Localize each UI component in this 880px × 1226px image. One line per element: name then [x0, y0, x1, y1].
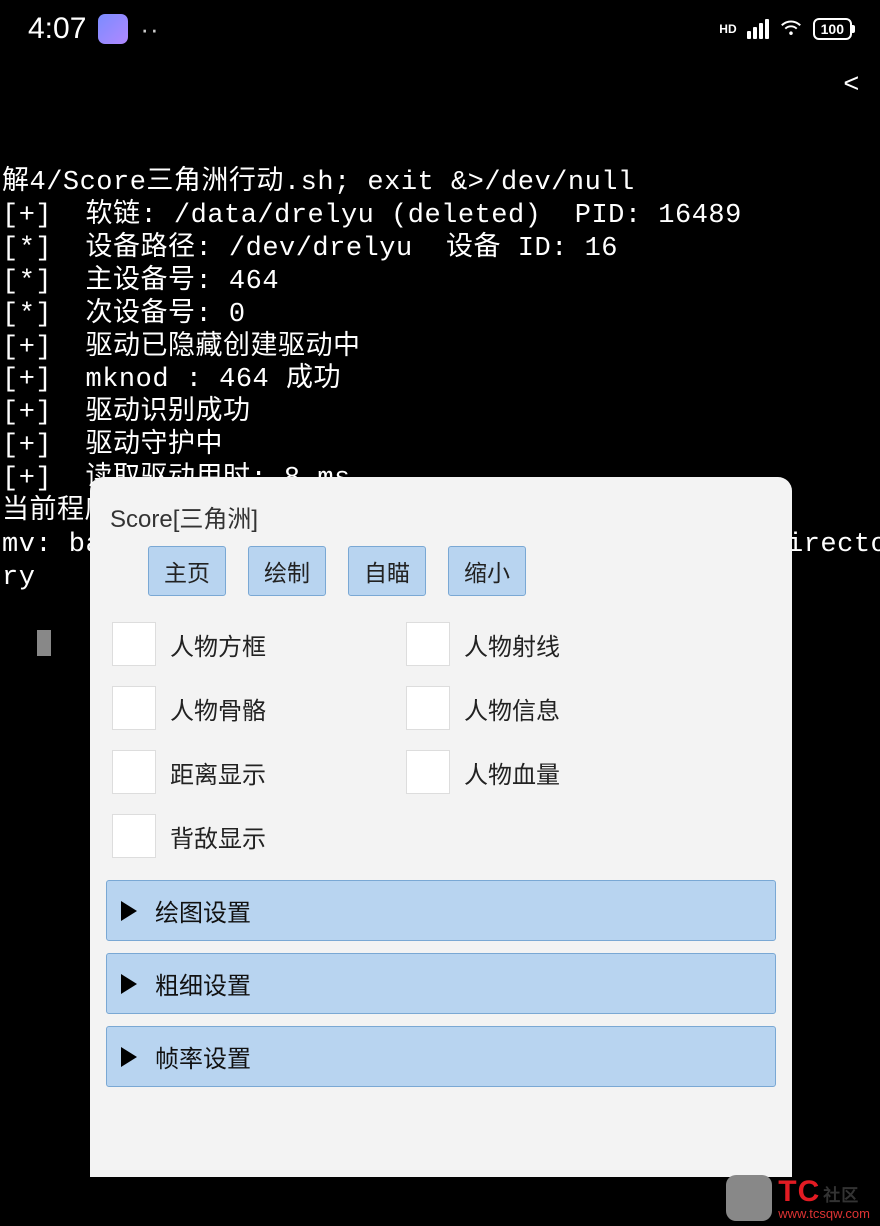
checkbox-box[interactable]	[112, 686, 156, 730]
checkbox-label: 人物信息	[464, 691, 560, 726]
checkbox-box[interactable]	[406, 622, 450, 666]
checkbox-label: 距离显示	[170, 755, 266, 790]
checkbox-item-2-0[interactable]: 距离显示	[112, 750, 392, 794]
expander-label: 帧率设置	[155, 1039, 251, 1074]
chevron-right-icon	[121, 1047, 137, 1067]
expander-2[interactable]: 帧率设置	[106, 1026, 776, 1087]
checkbox-label: 人物血量	[464, 755, 560, 790]
checkbox-label: 人物射线	[464, 627, 560, 662]
expander-label: 粗细设置	[155, 966, 251, 1001]
tab-row: 主页绘制自瞄缩小	[148, 546, 776, 596]
watermark-brand: TC社区	[778, 1177, 870, 1207]
checkbox-label: 人物骨骼	[170, 691, 266, 726]
cursor-icon	[37, 630, 51, 656]
panel-title: Score[三角洲]	[110, 499, 776, 534]
checkbox-item-3-0[interactable]: 背敌显示	[112, 814, 392, 858]
checkbox-box[interactable]	[406, 750, 450, 794]
status-right: HD 100	[719, 15, 852, 44]
expander-1[interactable]: 粗细设置	[106, 953, 776, 1014]
checkbox-box[interactable]	[406, 686, 450, 730]
checkbox-box[interactable]	[112, 622, 156, 666]
checkbox-item-2-1[interactable]: 人物血量	[406, 750, 686, 794]
checkbox-box[interactable]	[112, 750, 156, 794]
chevron-right-icon	[121, 901, 137, 921]
watermark-url: www.tcsqw.com	[778, 1207, 870, 1220]
checkbox-item-1-1[interactable]: 人物信息	[406, 686, 686, 730]
wifi-icon	[779, 15, 803, 44]
checkbox-label: 背敌显示	[170, 819, 266, 854]
checkbox-box[interactable]	[112, 814, 156, 858]
status-bar: 4:07 ·· HD 100	[0, 0, 880, 50]
checkbox-grid: 人物方框 人物射线人物骨骼 人物信息距离显示 人物血量背敌显示	[112, 622, 776, 858]
back-chevron-icon[interactable]: <	[843, 70, 860, 103]
signal-icon	[747, 19, 769, 39]
tab-3[interactable]: 缩小	[448, 546, 526, 596]
expander-0[interactable]: 绘图设置	[106, 880, 776, 941]
tab-1[interactable]: 绘制	[248, 546, 326, 596]
watermark: TC社区 www.tcsqw.com	[726, 1175, 870, 1221]
more-icon: ··	[140, 14, 159, 45]
clock-time: 4:07	[28, 12, 86, 46]
tab-2[interactable]: 自瞄	[348, 546, 426, 596]
checkbox-item-0-1[interactable]: 人物射线	[406, 622, 686, 666]
hd-indicator: HD	[719, 22, 736, 36]
battery-indicator: 100	[813, 18, 852, 40]
checkbox-item-1-0[interactable]: 人物骨骼	[112, 686, 392, 730]
app-icon	[98, 14, 128, 44]
chevron-right-icon	[121, 974, 137, 994]
checkbox-item-0-0[interactable]: 人物方框	[112, 622, 392, 666]
tab-0[interactable]: 主页	[148, 546, 226, 596]
watermark-icon	[726, 1175, 772, 1221]
expander-label: 绘图设置	[155, 893, 251, 928]
status-left: 4:07 ··	[28, 12, 160, 46]
checkbox-label: 人物方框	[170, 627, 266, 662]
cheat-panel[interactable]: Score[三角洲] 主页绘制自瞄缩小 人物方框 人物射线人物骨骼 人物信息距离显示…	[90, 477, 792, 1177]
